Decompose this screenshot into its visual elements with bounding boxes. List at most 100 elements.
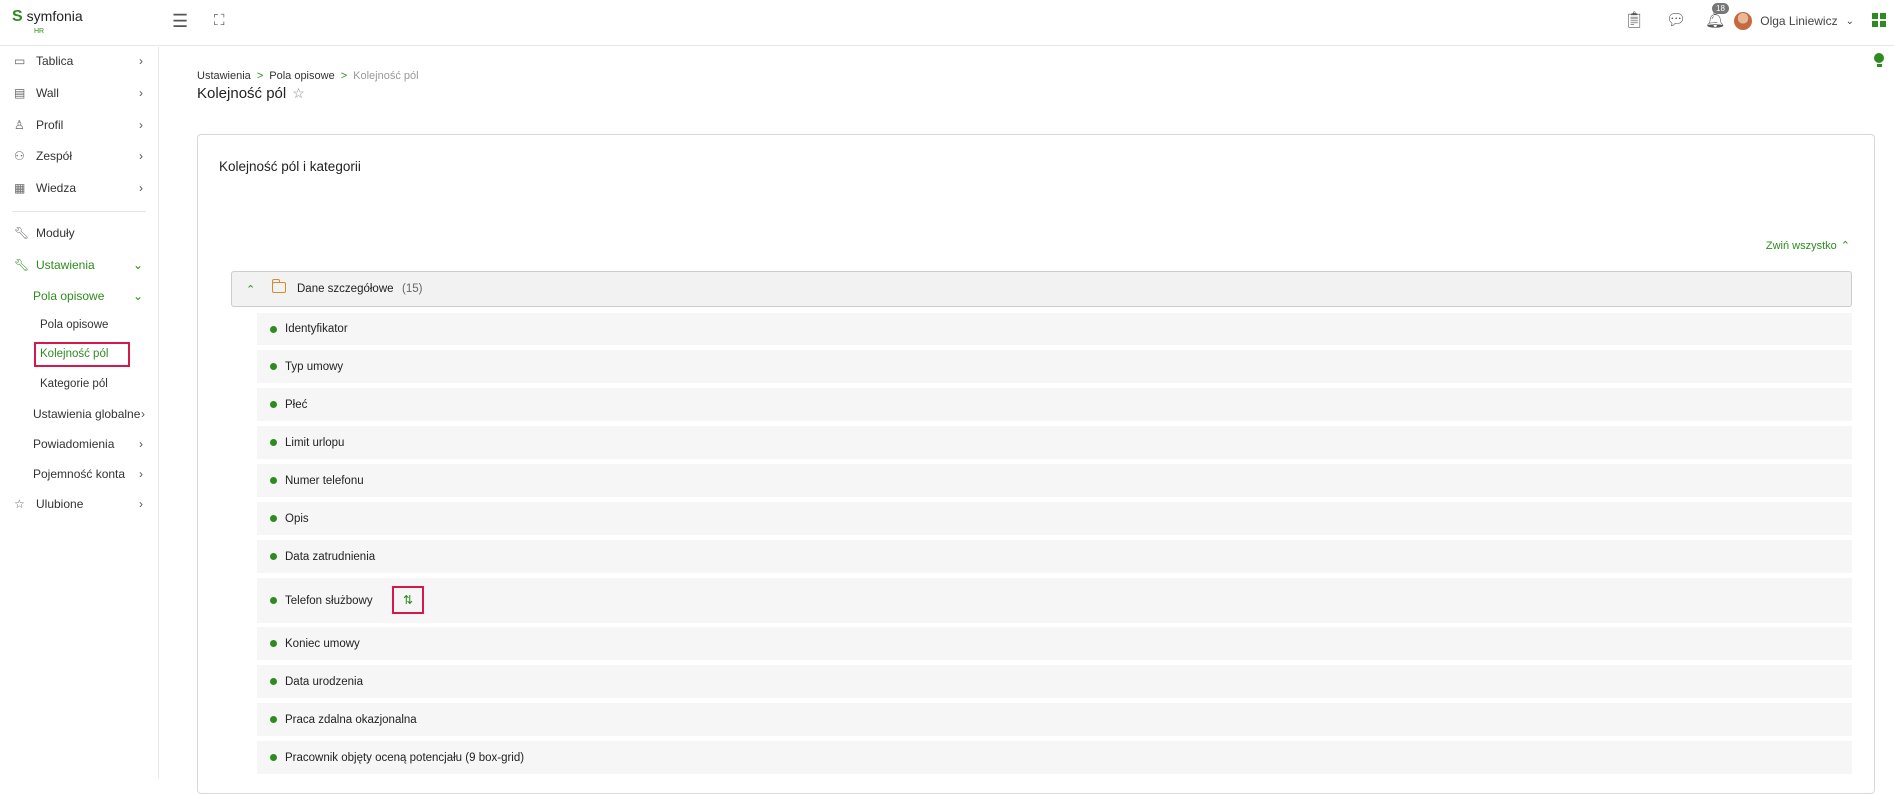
document-icon: ▦: [14, 181, 26, 195]
chevron-up-icon: ⌃: [1840, 240, 1850, 252]
breadcrumb-item[interactable]: Pola opisowe: [269, 70, 334, 82]
reorder-arrows-icon[interactable]: ⇅: [392, 586, 424, 614]
star-icon: ☆: [14, 497, 25, 511]
sidebar-item-label: Moduły: [36, 226, 75, 240]
field-label: Płeć: [285, 398, 308, 411]
field-row[interactable]: Płeć: [257, 388, 1852, 421]
chat-icon[interactable]: 💬︎: [1666, 12, 1686, 30]
field-label: Typ umowy: [285, 360, 344, 373]
field-row[interactable]: Limit urlopu: [257, 426, 1852, 459]
field-label: Numer telefonu: [285, 474, 364, 487]
sidebar-item-wall[interactable]: ▤ Wall ›: [0, 82, 159, 104]
chevron-right-icon: ›: [139, 497, 143, 511]
status-dot: [270, 754, 277, 761]
avatar: [1734, 12, 1753, 30]
field-row[interactable]: Numer telefonu: [257, 464, 1852, 497]
chevron-right-icon: ›: [139, 467, 143, 481]
field-label: Koniec umowy: [285, 637, 360, 650]
status-dot: [270, 325, 277, 333]
status-dot: [270, 477, 277, 484]
apps-grid-icon[interactable]: [1872, 13, 1886, 27]
chevron-down-icon: ⌄: [132, 258, 143, 272]
field-row[interactable]: Opis: [257, 502, 1852, 535]
sidebar-item-pola-opisowe[interactable]: Pola opisowe: [40, 319, 108, 331]
highlight-box: [34, 342, 130, 367]
notifications-badge: 18: [1712, 3, 1729, 14]
symfonia-logo[interactable]: S symfonia HR: [12, 8, 83, 36]
breadcrumb-separator: >: [340, 70, 348, 82]
field-row[interactable]: Koniec umowy: [257, 627, 1852, 660]
chevron-right-icon: ›: [141, 407, 145, 421]
field-row[interactable]: Data urodzenia: [257, 665, 1852, 698]
chevron-right-icon: ›: [139, 437, 143, 451]
field-row[interactable]: Telefon służbowy ⇅: [257, 578, 1852, 623]
sidebar-item-wiedza[interactable]: ▦ Wiedza ›: [0, 177, 159, 199]
sidebar: ▭ Tablica › ▤ Wall › ♙ Profil › ⚇ Zespół…: [0, 47, 159, 778]
field-row[interactable]: Praca zdalna okazjonalna: [257, 703, 1852, 736]
sidebar-item-pola-opisowe-group[interactable]: Pola opisowe ⌄: [0, 285, 159, 307]
sidebar-item-label: Wall: [36, 86, 59, 100]
field-label: Telefon służbowy: [285, 594, 373, 607]
category-name: Dane szczegółowe: [297, 283, 394, 295]
page-title-text: Kolejność pól: [197, 85, 287, 102]
sidebar-item-ustawienia[interactable]: 🔧︎ Ustawienia ⌄: [0, 254, 159, 276]
field-label: Limit urlopu: [285, 436, 345, 449]
field-label: Opis: [285, 512, 309, 525]
user-icon: ♙: [14, 118, 25, 132]
field-row[interactable]: Typ umowy: [257, 350, 1852, 383]
sidebar-item-label: Tablica: [36, 54, 74, 68]
sidebar-item-kategorie-pol[interactable]: Kategorie pól: [40, 378, 108, 390]
chevron-right-icon: ›: [139, 118, 143, 132]
lightbulb-icon[interactable]: [1874, 53, 1884, 67]
chevron-right-icon: ›: [139, 54, 143, 68]
field-label: Identyfikator: [285, 323, 348, 335]
status-dot: [270, 401, 277, 408]
chevron-up-icon[interactable]: ⌃: [246, 283, 255, 296]
logo-mark: S: [12, 8, 23, 25]
logo-sub: HR: [34, 28, 45, 35]
sidebar-item-label: Pola opisowe: [33, 289, 105, 303]
field-row[interactable]: Data zatrudnienia: [257, 540, 1852, 573]
sidebar-item-profil[interactable]: ♙ Profil ›: [0, 114, 159, 136]
sidebar-item-pojemnosc-konta[interactable]: Pojemność konta ›: [0, 463, 159, 485]
chevron-right-icon: ›: [139, 149, 143, 163]
bell-icon[interactable]: 🔔︎: [1705, 12, 1725, 30]
status-dot: [270, 678, 277, 685]
folder-icon: [271, 279, 286, 293]
sidebar-item-ulubione[interactable]: ☆ Ulubione ›: [0, 493, 159, 515]
field-order-card: Kolejność pól i kategorii Zwiń wszystko …: [197, 134, 1875, 794]
sidebar-item-label: Pojemność konta: [33, 467, 126, 481]
sidebar-item-tablica[interactable]: ▭ Tablica ›: [0, 50, 159, 72]
field-label: Pracownik objęty oceną potencjału (9 box…: [285, 751, 525, 764]
status-dot: [270, 553, 277, 560]
chevron-down-icon: ⌄: [132, 289, 143, 303]
wall-icon: ▤: [14, 86, 26, 100]
fullscreen-icon[interactable]: ⛶: [214, 12, 225, 30]
hamburger-menu-icon[interactable]: ☰: [172, 12, 188, 30]
field-row[interactable]: Identyfikator: [257, 313, 1852, 345]
wrench-icon: 🔧︎: [14, 258, 30, 272]
field-label: Praca zdalna okazjonalna: [285, 713, 417, 726]
field-row[interactable]: Pracownik objęty oceną potencjału (9 box…: [257, 741, 1852, 774]
sidebar-item-zespol[interactable]: ⚇ Zespół ›: [0, 145, 159, 167]
clipboard-icon[interactable]: 📋︎: [1624, 12, 1644, 30]
sidebar-item-label: Ulubione: [36, 497, 84, 511]
sidebar-item-moduly[interactable]: 🔧︎ Moduły: [0, 222, 159, 244]
monitor-icon: ▭: [14, 54, 26, 68]
chevron-right-icon: ›: [139, 181, 143, 195]
sidebar-divider: [12, 211, 146, 212]
collapse-all-button[interactable]: Zwiń wszystko ⌃: [1765, 239, 1850, 253]
sidebar-item-label: Profil: [36, 118, 64, 132]
top-bar: S symfonia HR ☰ ⛶ 📋︎ 💬︎ 🔔︎ 18 Olga Linie…: [0, 0, 1894, 46]
sidebar-item-powiadomienia[interactable]: Powiadomienia ›: [0, 433, 159, 455]
sidebar-item-label: Ustawienia: [36, 258, 95, 272]
status-dot: [270, 640, 277, 647]
favorite-star-icon[interactable]: ☆: [292, 85, 305, 102]
sidebar-item-ustawienia-globalne[interactable]: Ustawienia globalne ›: [0, 403, 159, 425]
category-count: (15): [402, 283, 423, 295]
category-group-header[interactable]: ⌃ Dane szczegółowe (15): [231, 271, 1852, 307]
breadcrumb-item[interactable]: Ustawienia: [197, 70, 251, 82]
user-menu[interactable]: Olga Liniewicz ⌄: [1734, 12, 1854, 30]
collapse-all-label: Zwiń wszystko: [1765, 239, 1837, 252]
status-dot: [270, 716, 277, 723]
